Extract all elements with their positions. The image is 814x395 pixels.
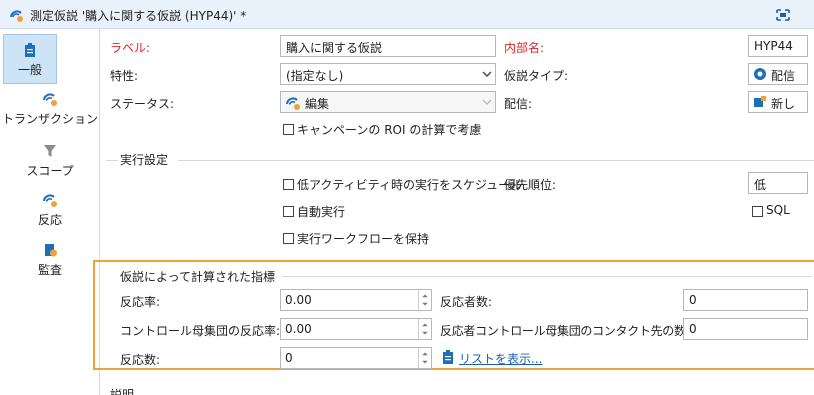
control-response-rate-field[interactable]: 0.00 [280, 318, 432, 340]
control-contacts-field[interactable]: 0 [683, 318, 808, 340]
response-rate-value: 0.00 [285, 293, 312, 307]
sidebar-item-scope[interactable]: スコープ [0, 143, 100, 179]
sidebar-item-reaction[interactable]: 反応 [0, 192, 100, 228]
sidebar-item-general[interactable]: 一般 [3, 34, 57, 84]
status-select[interactable]: 編集 [280, 91, 496, 113]
delivery-field[interactable]: 新し [748, 91, 808, 113]
roi-checkbox[interactable] [283, 124, 294, 135]
response-rate-field[interactable]: 0.00 [280, 289, 432, 311]
clipboard-icon [443, 350, 453, 364]
roi-checkbox-label: キャンペーンの ROI の計算で考慮 [297, 123, 482, 137]
delivery-value: 新し [771, 97, 796, 111]
hypothesis-icon [43, 93, 57, 106]
maximize-icon[interactable] [776, 9, 790, 21]
characteristic-select[interactable]: (指定なし) [280, 63, 496, 85]
hypothesis-type-value: 配信 [771, 69, 796, 83]
delivery-icon [754, 68, 766, 80]
internal-name-caption: 内部名: [504, 41, 545, 55]
control-response-rate-value: 0.00 [285, 322, 312, 336]
sql-label: SQL [766, 203, 790, 217]
auto-execute-checkbox[interactable] [283, 206, 294, 217]
auto-execute-label: 自動実行 [297, 205, 346, 219]
window-title: 測定仮説 '購入に関する仮説 (HYP44)' * [30, 9, 247, 23]
description-caption: 説明 [110, 388, 135, 395]
status-caption: ステータス: [110, 97, 175, 111]
response-count-caption: 反応数: [120, 353, 161, 367]
label-input[interactable]: 購入に関する仮説 [280, 35, 496, 57]
keep-workflow-label: 実行ワークフローを保持 [297, 232, 430, 246]
sidebar-item-transaction[interactable]: トランザクション [0, 91, 100, 127]
sidebar-item-label: 反応 [37, 213, 62, 227]
priority-select[interactable]: 低 [748, 172, 808, 194]
status-value: 編集 [305, 97, 330, 111]
hypothesis-type-caption: 仮説タイプ: [504, 69, 569, 83]
control-contacts-caption: 反応者コントロール母集団のコンタクト先の数: [440, 324, 690, 338]
spinner-arrows-icon[interactable] [418, 290, 431, 310]
section-divider [178, 160, 814, 161]
sidebar-item-audit[interactable]: 監査 [0, 242, 100, 278]
delivery-caption: 配信: [504, 97, 533, 111]
show-list-link[interactable]: リストを表示... [459, 350, 542, 367]
response-rate-caption: 反応率: [120, 295, 161, 309]
sidebar-item-label: 監査 [37, 263, 62, 277]
section-divider [282, 276, 812, 277]
sidebar-item-label: 一般 [17, 63, 42, 77]
keep-workflow-checkbox[interactable] [283, 233, 294, 244]
delivery-icon [754, 96, 766, 107]
clipboard-icon [25, 43, 35, 57]
hypothesis-icon [10, 10, 23, 22]
response-count-value: 0 [285, 351, 293, 365]
chevron-down-icon [482, 99, 492, 105]
characteristic-value: (指定なし) [286, 69, 344, 83]
schedule-low-activity-label: 低アクティビティ時の実行をスケジュール [297, 178, 523, 192]
hypothesis-type-field[interactable]: 配信 [748, 63, 808, 85]
hypothesis-icon [286, 97, 300, 110]
execution-section-title: 実行設定 [120, 153, 169, 167]
control-response-rate-caption: コントロール母集団の反応率: [120, 324, 281, 338]
sidebar-item-label: トランザクション [1, 112, 98, 126]
responder-count-field[interactable]: 0 [683, 289, 808, 311]
responder-count-caption: 反応者数: [440, 295, 493, 309]
section-divider [106, 160, 118, 161]
funnel-icon [44, 145, 56, 157]
characteristic-caption: 特性: [110, 69, 139, 83]
audit-icon [45, 244, 57, 257]
spinner-arrows-icon[interactable] [418, 348, 431, 368]
sidebar-item-label: スコープ [26, 164, 74, 178]
internal-name-input[interactable]: HYP44 [748, 35, 808, 57]
window-titlebar: 測定仮説 '購入に関する仮説 (HYP44)' * [0, 0, 814, 29]
schedule-low-activity-checkbox[interactable] [283, 179, 294, 190]
response-count-field[interactable]: 0 [280, 347, 432, 369]
reaction-icon [43, 194, 57, 207]
label-caption: ラベル: [110, 41, 151, 55]
metrics-section-title: 仮説によって計算された指標 [120, 270, 276, 284]
chevron-down-icon[interactable] [479, 64, 495, 84]
sql-checkbox[interactable] [752, 206, 763, 217]
priority-caption: 優先順位: [504, 178, 557, 192]
sidebar: 一般 トランザクション スコープ 反応 監査 [0, 29, 100, 395]
spinner-arrows-icon[interactable] [418, 319, 431, 339]
